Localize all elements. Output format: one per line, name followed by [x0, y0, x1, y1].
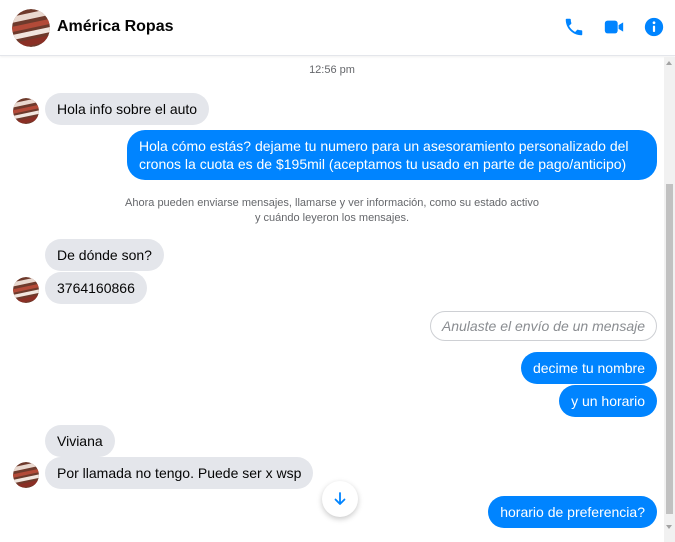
- scroll-down-arrow-icon[interactable]: [666, 525, 672, 529]
- scroll-to-bottom-button[interactable]: [322, 481, 358, 517]
- message-timestamp: 12:56 pm: [309, 64, 355, 76]
- outgoing-message[interactable]: horario de preferencia?: [488, 496, 657, 528]
- system-notice: Ahora pueden enviarse mensajes, llamarse…: [0, 196, 664, 226]
- message-list[interactable]: 12:56 pm Hola info sobre el auto Hola có…: [0, 57, 664, 542]
- outgoing-message[interactable]: decime tu nombre: [520, 352, 657, 384]
- arrow-down-icon: [334, 492, 346, 505]
- outgoing-message[interactable]: y un horario: [559, 385, 657, 417]
- unsent-message-notice[interactable]: Anulaste el envío de un mensaje: [429, 311, 657, 341]
- sender-avatar: [13, 98, 39, 124]
- scrollbar[interactable]: [664, 57, 675, 542]
- incoming-message[interactable]: Viviana: [45, 425, 115, 457]
- sender-avatar: [13, 462, 39, 488]
- avatar-image: [12, 9, 50, 47]
- system-notice-line: y cuándo leyeron los mensajes.: [254, 212, 410, 224]
- conversation-header: América Ropas: [0, 0, 675, 56]
- contact-avatar[interactable]: [12, 9, 50, 47]
- scrollbar-thumb[interactable]: [666, 184, 673, 514]
- sender-avatar: [13, 277, 39, 303]
- system-notice-line: Ahora pueden enviarse mensajes, llamarse…: [125, 197, 539, 209]
- video-camera-icon[interactable]: [603, 16, 625, 38]
- outgoing-message[interactable]: Hola cómo estás? dejame tu numero para u…: [127, 130, 657, 180]
- phone-icon[interactable]: [563, 16, 585, 38]
- incoming-message[interactable]: De dónde son?: [45, 239, 164, 271]
- incoming-message[interactable]: 3764160866: [45, 272, 147, 304]
- incoming-message[interactable]: Hola info sobre el auto: [45, 93, 210, 125]
- incoming-message[interactable]: Por llamada no tengo. Puede ser x wsp: [45, 457, 314, 489]
- scroll-up-arrow-icon[interactable]: [666, 61, 672, 65]
- info-icon[interactable]: [643, 16, 665, 38]
- contact-name[interactable]: América Ropas: [57, 18, 174, 36]
